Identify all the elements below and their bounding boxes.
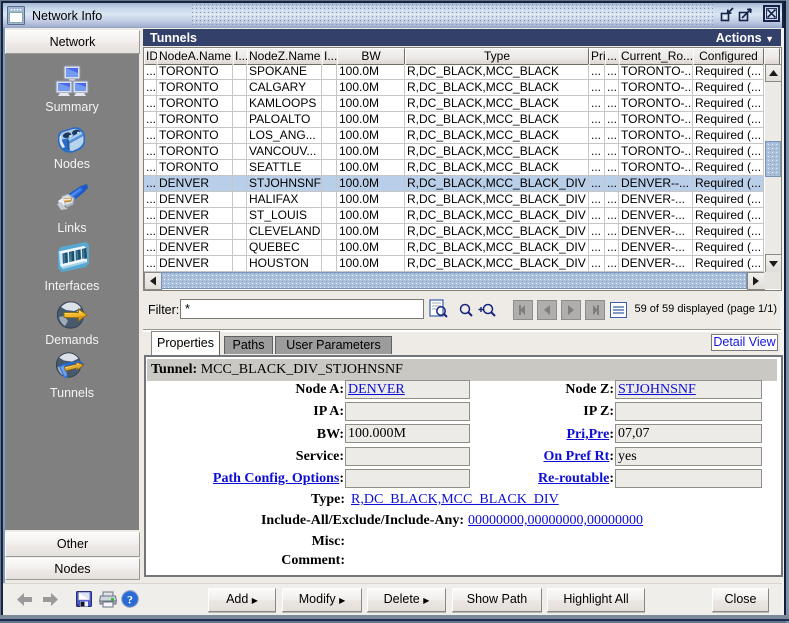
svg-text:?: ?: [127, 593, 133, 607]
